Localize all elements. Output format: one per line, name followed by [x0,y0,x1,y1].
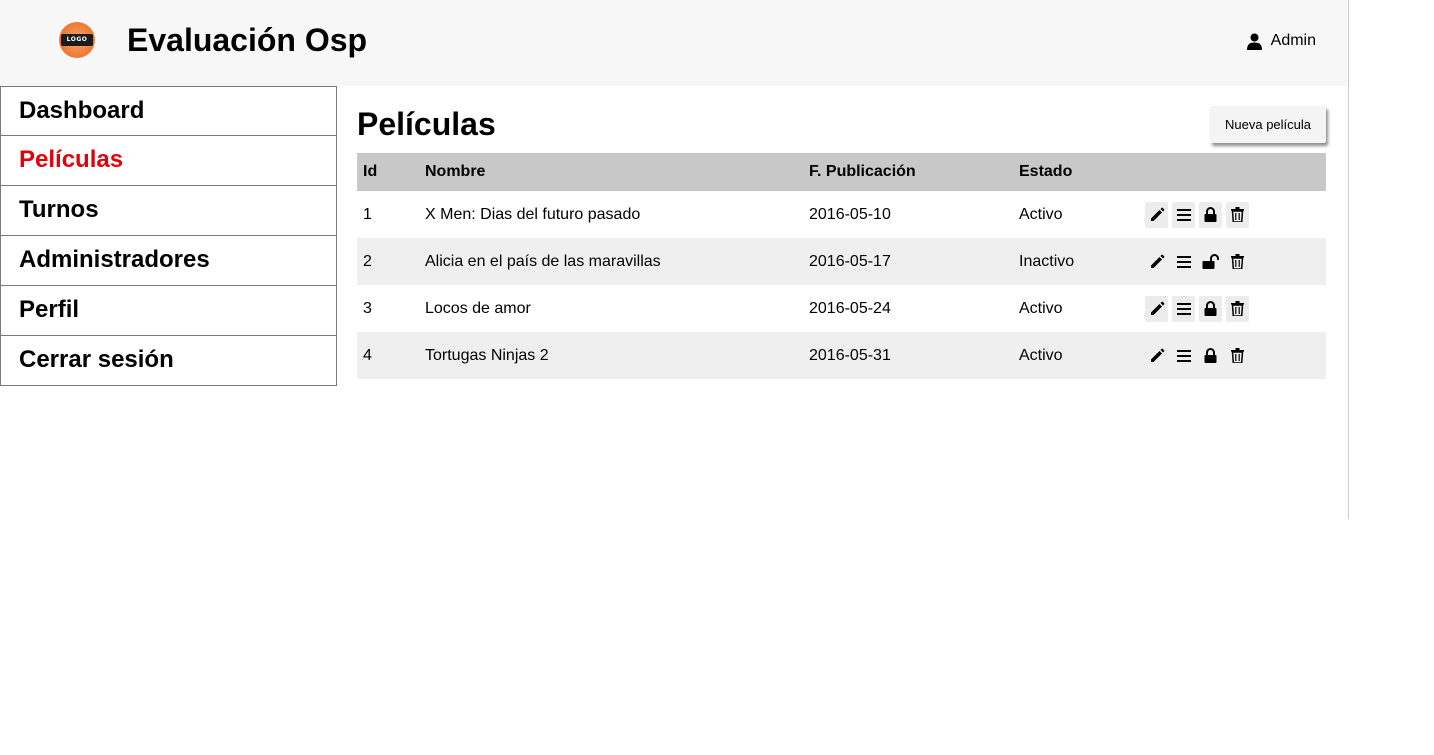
cell-state: Activo [1019,205,1063,223]
cell-name: Alicia en el país de las maravillas [425,252,661,270]
cell-name: Tortugas Ninjas 2 [425,346,549,364]
pencil-icon[interactable] [1145,201,1168,228]
app-window: LOGO Evaluación Osp Admin Dashboard Pelí… [0,0,1349,519]
trash-icon[interactable] [1226,201,1249,228]
app-title: Evaluación Osp [127,22,368,58]
table-row: 2 Alicia en el país de las maravillas 20… [357,238,1326,285]
cell-name: Locos de amor [425,299,531,317]
cell-date: 2016-05-24 [809,299,891,317]
lock-icon[interactable] [1199,343,1222,369]
pencil-icon[interactable] [1145,249,1168,275]
cell-actions [1145,238,1326,285]
column-header-nombre[interactable]: Nombre [425,153,809,191]
cell-state: Activo [1019,346,1063,364]
cell-state: Inactivo [1019,252,1075,270]
cell-id: 4 [363,346,372,364]
column-header-estado[interactable]: Estado [1019,153,1145,191]
sidebar-item-dashboard[interactable]: Dashboard [0,86,337,136]
logo: LOGO [59,22,95,58]
column-header-fecha[interactable]: F. Publicación [809,153,1019,191]
pencil-icon[interactable] [1145,343,1168,369]
lock-icon[interactable] [1199,295,1222,322]
user-menu[interactable]: Admin [1246,32,1316,50]
column-header-actions [1145,153,1326,191]
user-icon [1246,33,1262,50]
cell-state: Activo [1019,299,1063,317]
sidebar-nav: Dashboard Películas Turnos Administrador… [0,86,337,386]
cell-actions [1145,285,1326,332]
user-name: Admin [1270,32,1316,49]
movies-table: Id Nombre F. Publicación Estado 1 X Men:… [357,153,1326,379]
column-header-id[interactable]: Id [357,153,425,191]
lock-icon[interactable] [1199,201,1222,228]
sidebar-item-turnos[interactable]: Turnos [0,186,337,236]
list-icon[interactable] [1172,343,1195,369]
cell-id: 3 [363,299,372,317]
cell-id: 2 [363,252,372,270]
trash-icon[interactable] [1226,295,1249,322]
cell-date: 2016-05-10 [809,205,891,223]
cell-date: 2016-05-17 [809,252,891,270]
table-row: 3 Locos de amor 2016-05-24 Activo [357,285,1326,332]
logo-text: LOGO [66,36,88,43]
trash-icon[interactable] [1226,343,1249,369]
cell-name: X Men: Dias del futuro pasado [425,205,641,223]
pencil-icon[interactable] [1145,295,1168,322]
sidebar-item-administradores[interactable]: Administradores [0,236,337,286]
list-icon[interactable] [1172,295,1195,322]
cell-id: 1 [363,205,372,223]
table-row: 4 Tortugas Ninjas 2 2016-05-31 Activo [357,332,1326,379]
sidebar-item-peliculas[interactable]: Películas [0,136,337,186]
trash-icon[interactable] [1226,249,1249,275]
page-title: Películas [357,106,496,142]
list-icon[interactable] [1172,201,1195,228]
unlock-icon[interactable] [1199,249,1222,275]
table-header-row: Id Nombre F. Publicación Estado [357,153,1326,191]
cell-actions [1145,332,1326,379]
cell-actions [1145,191,1326,238]
top-header: LOGO Evaluación Osp Admin [0,0,1348,86]
table-row: 1 X Men: Dias del futuro pasado 2016-05-… [357,191,1326,238]
cell-date: 2016-05-31 [809,346,891,364]
list-icon[interactable] [1172,249,1195,275]
sidebar-item-cerrar-sesion[interactable]: Cerrar sesión [0,336,337,386]
new-movie-button[interactable]: Nueva película [1210,106,1326,143]
sidebar-item-perfil[interactable]: Perfil [0,286,337,336]
